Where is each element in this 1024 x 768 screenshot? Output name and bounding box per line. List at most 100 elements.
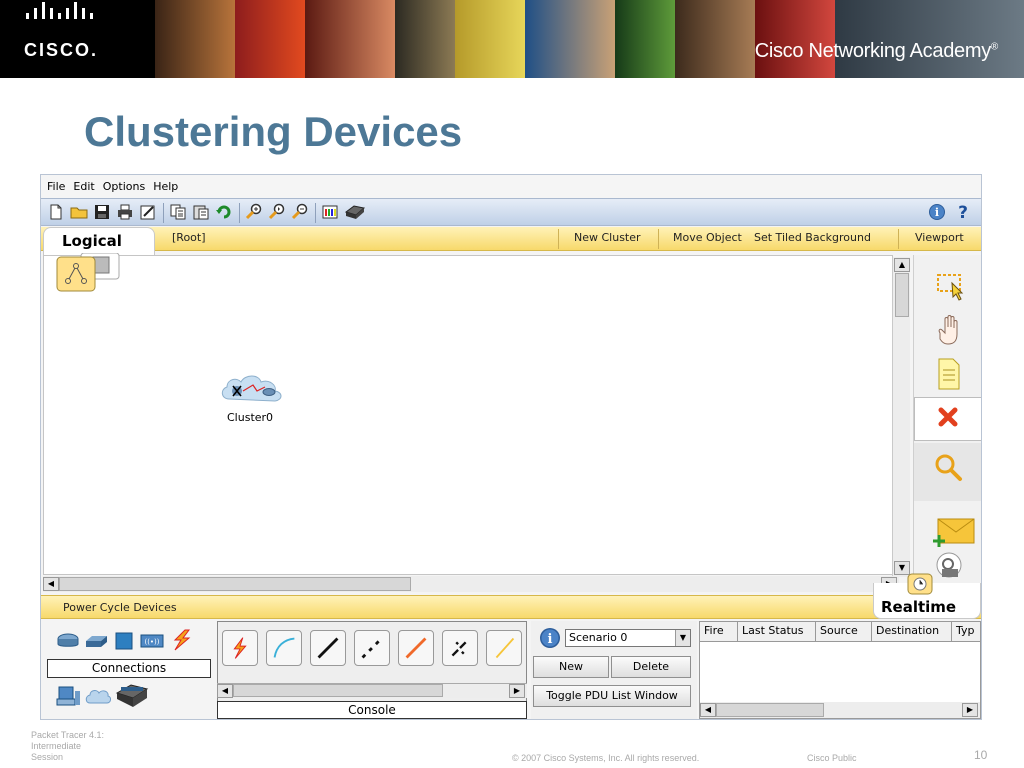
toolbar-separator — [239, 203, 240, 223]
logical-separator — [558, 229, 559, 249]
scenario-info-icon[interactable]: i — [539, 627, 561, 649]
device-category-label: Connections — [47, 659, 211, 678]
cluster-cloud-icon[interactable] — [219, 367, 287, 407]
wan-emulation-icon[interactable] — [85, 685, 111, 709]
wireless-icon[interactable]: ((•)) — [139, 631, 165, 651]
header-banner: CISCO. Cisco Networking Academy® — [0, 0, 1024, 78]
scroll-thumb[interactable] — [895, 273, 909, 317]
custom-devices-icon[interactable] — [115, 679, 149, 711]
column-header-type[interactable]: Typ — [952, 622, 980, 642]
svg-text:i: i — [935, 206, 939, 219]
svg-text:?: ? — [958, 203, 968, 221]
new-scenario-button[interactable]: New — [533, 656, 609, 678]
note-icon[interactable] — [914, 353, 982, 397]
auto-cable-icon[interactable] — [222, 630, 258, 666]
phone-cable-icon[interactable] — [442, 630, 478, 666]
horizontal-scrollbar[interactable]: ◀ ▶ — [43, 576, 899, 592]
move-hand-icon[interactable] — [914, 309, 982, 353]
console-cable-icon[interactable] — [266, 630, 302, 666]
scroll-left-icon[interactable]: ◀ — [700, 703, 716, 717]
realtime-clock-icon[interactable] — [907, 573, 933, 595]
scroll-right-icon[interactable]: ▶ — [509, 684, 525, 698]
connections-icon[interactable] — [169, 629, 195, 651]
scroll-up-icon[interactable]: ▲ — [894, 258, 910, 272]
menu-options[interactable]: Options — [103, 180, 145, 193]
pdu-list-scrollbar[interactable]: ◀ ▶ — [700, 702, 980, 718]
cisco-wordmark: CISCO. — [24, 40, 99, 60]
paste-icon[interactable] — [192, 203, 210, 221]
scroll-left-icon[interactable]: ◀ — [217, 684, 233, 698]
vertical-scrollbar[interactable]: ▲ ▼ — [892, 257, 910, 577]
copy-icon[interactable] — [169, 203, 187, 221]
delete-icon[interactable] — [914, 397, 982, 441]
zoom-reset-icon[interactable] — [268, 203, 286, 221]
switches-icon[interactable] — [83, 631, 109, 651]
scroll-thumb[interactable] — [59, 577, 411, 591]
column-header-last-status[interactable]: Last Status — [738, 622, 816, 642]
zoom-in-icon[interactable] — [245, 203, 263, 221]
chevron-down-icon[interactable]: ▼ — [675, 630, 690, 646]
custom-device-icon[interactable] — [344, 203, 366, 221]
scroll-thumb[interactable] — [716, 703, 824, 717]
column-header-destination[interactable]: Destination — [872, 622, 952, 642]
footer-public: Cisco Public — [807, 753, 857, 763]
delete-scenario-button[interactable]: Delete — [611, 656, 691, 678]
inspect-icon[interactable] — [914, 447, 982, 491]
move-object-button[interactable]: Move Object — [673, 231, 742, 244]
common-tools-bar — [913, 255, 981, 585]
info-icon[interactable]: i — [928, 203, 946, 221]
fiber-cable-icon[interactable] — [398, 630, 434, 666]
hubs-icon[interactable] — [113, 631, 135, 651]
menu-bar: File Edit Options Help — [41, 175, 981, 198]
scenario-select[interactable]: Scenario 0 — [565, 629, 691, 647]
open-folder-icon[interactable] — [70, 203, 88, 221]
set-tiled-background-button[interactable]: Set Tiled Background — [754, 231, 871, 244]
palette-icon[interactable] — [321, 203, 339, 221]
print-icon[interactable] — [116, 203, 134, 221]
viewport-button[interactable]: Viewport — [915, 231, 964, 244]
toggle-pdu-list-button[interactable]: Toggle PDU List Window — [533, 685, 691, 707]
navigation-panel-icon[interactable] — [55, 253, 123, 293]
svg-text:((•)): ((•)) — [144, 638, 159, 646]
new-cluster-button[interactable]: New Cluster — [574, 231, 641, 244]
column-header-source[interactable]: Source — [816, 622, 872, 642]
root-breadcrumb[interactable]: [Root] — [172, 231, 206, 244]
cable-type-label: Console — [217, 701, 527, 719]
cable-scrollbar[interactable]: ◀ ▶ — [217, 683, 527, 698]
save-icon[interactable] — [93, 203, 111, 221]
main-toolbar: i ? — [41, 198, 981, 226]
menu-file[interactable]: File — [47, 180, 65, 193]
help-icon[interactable]: ? — [954, 203, 972, 221]
logical-workspace[interactable] — [43, 255, 893, 575]
straight-through-cable-icon[interactable] — [310, 630, 346, 666]
scroll-thumb[interactable] — [233, 684, 443, 697]
end-devices-icon[interactable] — [55, 685, 81, 709]
footer-course: Packet Tracer 4.1: Intermediate Session — [31, 730, 104, 763]
menu-help[interactable]: Help — [153, 180, 178, 193]
logical-separator — [898, 229, 899, 249]
power-cycle-devices-button[interactable]: Power Cycle Devices — [63, 601, 177, 614]
new-file-icon[interactable] — [47, 203, 65, 221]
scroll-right-icon[interactable]: ▶ — [962, 703, 978, 717]
scroll-left-icon[interactable]: ◀ — [43, 577, 59, 591]
pdu-list-table: Fire Last Status Source Destination Typ … — [699, 621, 981, 719]
column-header-fire[interactable]: Fire — [700, 622, 738, 642]
add-simple-pdu-icon[interactable] — [914, 511, 982, 555]
logical-separator — [658, 229, 659, 249]
footer-line-2: Intermediate — [31, 741, 82, 751]
coaxial-cable-icon[interactable] — [486, 630, 522, 666]
logical-tab-label: Logical — [62, 232, 122, 250]
toolbar-separator — [315, 203, 316, 223]
activity-wizard-icon[interactable] — [139, 203, 157, 221]
select-icon[interactable] — [914, 265, 982, 309]
footer-line-3: Session — [31, 752, 64, 762]
footer-copyright: © 2007 Cisco Systems, Inc. All rights re… — [512, 753, 700, 763]
zoom-out-icon[interactable] — [291, 203, 309, 221]
routers-icon[interactable] — [55, 631, 81, 651]
cisco-logo: CISCO. — [0, 0, 155, 78]
undo-icon[interactable] — [215, 203, 233, 221]
slide: CISCO. Cisco Networking Academy® Cluster… — [0, 0, 1024, 768]
realtime-label: Realtime — [881, 598, 957, 616]
menu-edit[interactable]: Edit — [73, 180, 94, 193]
crossover-cable-icon[interactable] — [354, 630, 390, 666]
